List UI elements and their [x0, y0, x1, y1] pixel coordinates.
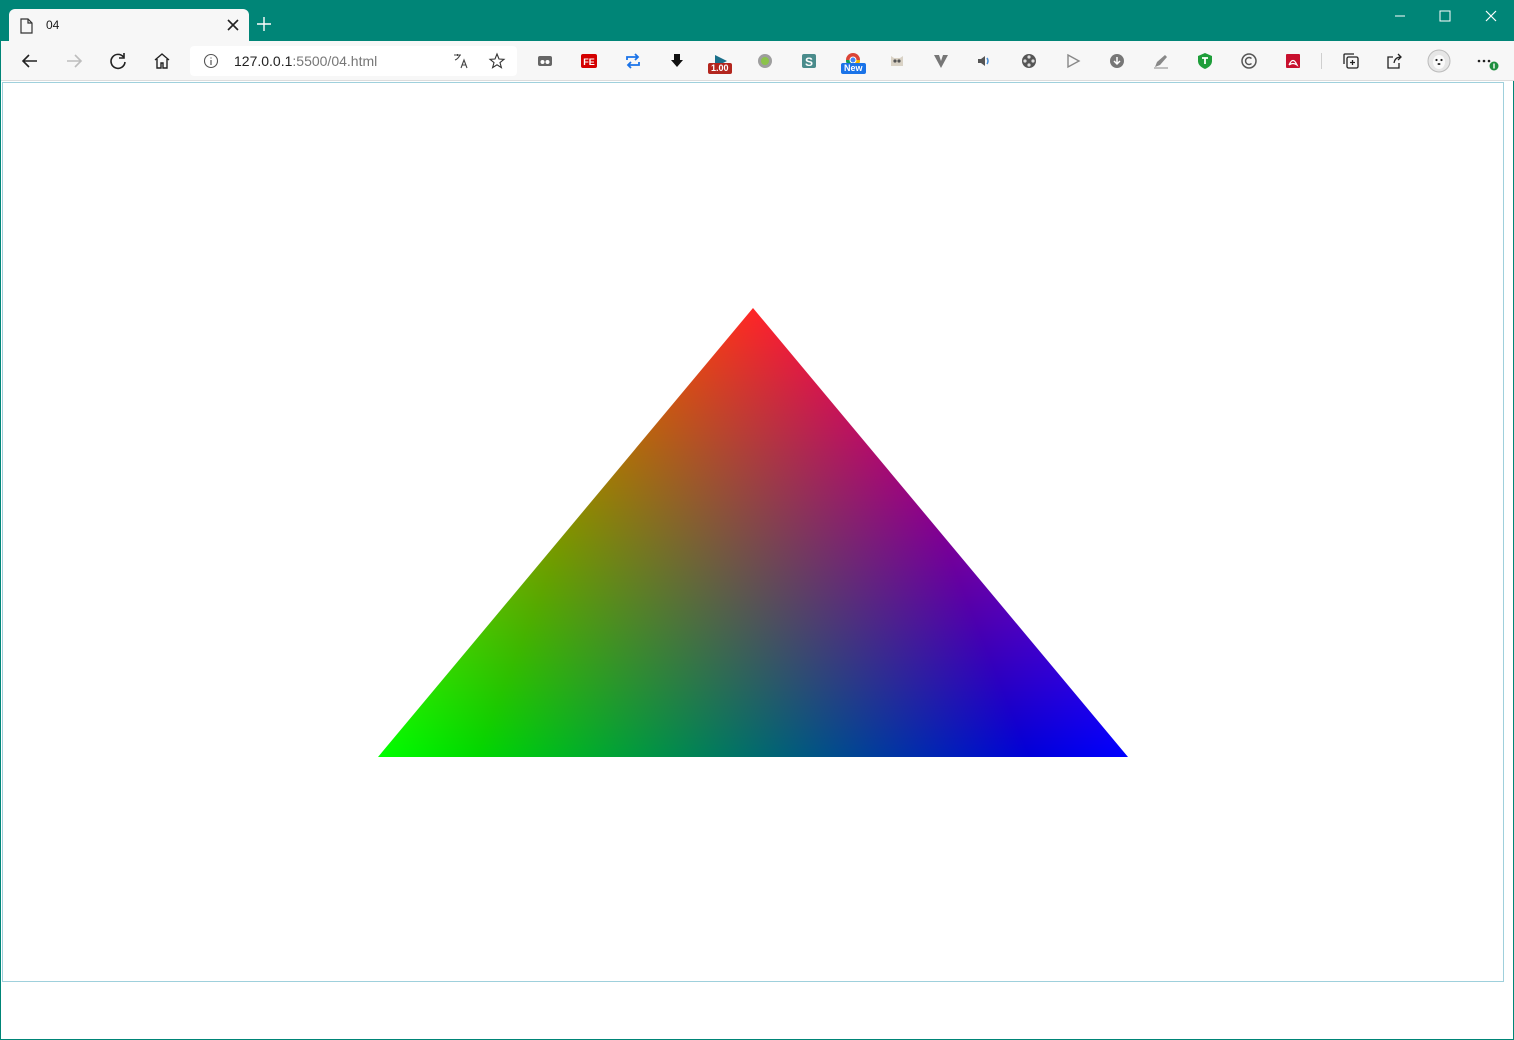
pdf-ext-icon[interactable] — [1283, 51, 1303, 71]
share-icon[interactable] — [1384, 51, 1404, 71]
svg-text:S: S — [805, 55, 813, 69]
copyright-ext-icon[interactable] — [1239, 51, 1259, 71]
download-circle-ext-icon[interactable] — [1107, 51, 1127, 71]
more-icon[interactable] — [1474, 51, 1502, 71]
webgl-canvas — [378, 308, 1128, 757]
play-ext-icon[interactable] — [1063, 51, 1083, 71]
close-icon[interactable] — [1480, 7, 1502, 25]
browser-window: 04 127.0.0.1:5500/04.html FE 1.00 S New — [0, 0, 1514, 1040]
title-bar: 04 — [1, 1, 1514, 41]
fe-ext-icon[interactable]: FE — [579, 51, 599, 71]
chrome-ext-icon[interactable]: New — [841, 51, 866, 74]
arrow-right-icon — [67, 54, 83, 68]
toolbar-separator — [1321, 53, 1322, 69]
new-badge: New — [841, 63, 866, 74]
close-icon[interactable] — [225, 17, 241, 33]
shield-ext-icon[interactable] — [1195, 51, 1215, 71]
maximize-icon[interactable] — [1434, 7, 1456, 25]
home-icon — [154, 53, 170, 69]
star-icon[interactable] — [488, 52, 506, 70]
info-icon[interactable] — [203, 53, 219, 69]
url-text[interactable]: 127.0.0.1:5500/04.html — [234, 53, 377, 69]
rgb-triangle — [378, 308, 1128, 757]
speed-badge: 1.00 — [708, 63, 732, 74]
tab-04[interactable]: 04 — [9, 9, 249, 41]
repeat-ext-icon[interactable] — [623, 51, 643, 71]
circle-ext-icon[interactable] — [755, 51, 775, 71]
puzzle-ext-icon[interactable] — [535, 51, 555, 71]
svg-text:FE: FE — [583, 57, 595, 67]
owl-ext-icon[interactable] — [887, 51, 907, 71]
tab-title: 04 — [46, 18, 60, 32]
speaker-ext-icon[interactable] — [975, 51, 995, 71]
profile-avatar[interactable] — [1427, 49, 1451, 73]
address-bar[interactable]: 127.0.0.1:5500/04.html — [190, 46, 517, 76]
page-viewport — [2, 82, 1504, 982]
url-host: 127.0.0.1 — [234, 53, 293, 69]
pen-ext-icon[interactable] — [1151, 51, 1171, 71]
collections-icon[interactable] — [1341, 51, 1361, 71]
url-path: :5500/04.html — [292, 53, 378, 69]
speed-ext-icon[interactable]: 1.00 — [708, 51, 732, 74]
film-ext-icon[interactable] — [1019, 51, 1039, 71]
forward-button[interactable] — [62, 49, 86, 73]
translate-icon[interactable] — [452, 52, 470, 70]
home-button[interactable] — [150, 49, 174, 73]
v-ext-icon[interactable] — [931, 51, 951, 71]
download-arrow-ext-icon[interactable] — [667, 51, 687, 71]
back-button[interactable] — [18, 49, 42, 73]
page-icon — [20, 18, 33, 34]
plus-icon[interactable] — [255, 15, 273, 33]
arrow-left-icon — [21, 54, 37, 68]
s-ext-icon[interactable]: S — [799, 51, 819, 71]
toolbar: 127.0.0.1:5500/04.html FE 1.00 S New — [1, 41, 1514, 81]
reload-button[interactable] — [106, 49, 130, 73]
refresh-icon — [110, 53, 126, 70]
minimize-icon[interactable] — [1389, 7, 1411, 25]
